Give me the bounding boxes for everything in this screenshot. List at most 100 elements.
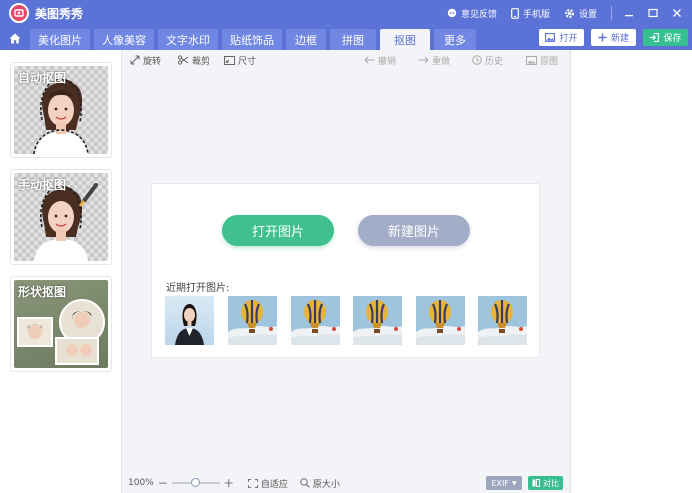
- original-label: 原图: [540, 56, 559, 67]
- title-bar: 美图秀秀 意见反馈 手机版 设置: [0, 0, 692, 26]
- caret-down-icon: ▼: [511, 479, 517, 487]
- recent-image-thumbnail[interactable]: [353, 296, 402, 345]
- minimize-button[interactable]: [620, 4, 638, 22]
- open-image-button[interactable]: 打开图片: [222, 215, 334, 246]
- cutout-mode-panel: 自动抠图 手动抠图 形状抠图: [0, 50, 122, 493]
- tab-cutout[interactable]: 抠图: [380, 29, 430, 50]
- actual-size-button[interactable]: 原大小: [300, 477, 340, 490]
- start-card: 打开图片 新建图片 近期打开图片:: [151, 183, 540, 358]
- redo-button[interactable]: 重做: [418, 54, 450, 67]
- shape-cutout-label: 形状抠图: [18, 285, 67, 299]
- status-bar: 100% − + 自适应 原大小 EXIF ▼ 对比: [122, 473, 570, 493]
- exif-button[interactable]: EXIF ▼: [486, 476, 522, 490]
- manual-cutout-card[interactable]: 手动抠图: [10, 169, 112, 265]
- settings-label: 设置: [578, 9, 597, 20]
- titlebar-divider: [611, 6, 612, 20]
- redo-icon: [418, 56, 429, 64]
- home-button[interactable]: [4, 28, 26, 48]
- portrait-photo-illustration: [175, 304, 204, 345]
- shape-cutout-preview: 形状抠图: [14, 280, 108, 368]
- right-panel: [570, 50, 692, 493]
- auto-cutout-label: 自动抠图: [18, 71, 67, 85]
- manual-cutout-label: 手动抠图: [18, 178, 67, 192]
- settings-link[interactable]: 设置: [564, 7, 597, 20]
- new-button[interactable]: 新建: [591, 29, 636, 46]
- mobile-label: 手机版: [522, 9, 550, 20]
- crop-button[interactable]: 裁剪: [178, 54, 210, 67]
- save-button-label: 保存: [663, 34, 682, 44]
- rotate-icon: [130, 55, 140, 65]
- open-button[interactable]: 打开: [539, 29, 584, 46]
- scissors-icon: [178, 55, 189, 65]
- tab-beautify[interactable]: 美化图片: [30, 29, 90, 50]
- open-button-label: 打开: [559, 34, 578, 44]
- compare-button[interactable]: 对比: [528, 476, 563, 490]
- picture-icon: [526, 55, 537, 65]
- original-button[interactable]: 原图: [526, 54, 558, 67]
- home-icon: [9, 33, 21, 43]
- main-tab-bar: 美化图片 人像美容 文字水印 贴纸饰品 边框 拼图 抠图 更多 打开 新建 保存: [0, 26, 692, 50]
- hot-air-balloon-illustration: [228, 296, 277, 345]
- plus-icon: [598, 33, 607, 42]
- resize-icon: [224, 55, 235, 65]
- size-button[interactable]: 尺寸: [224, 54, 256, 67]
- new-image-button[interactable]: 新建图片: [358, 215, 470, 246]
- recent-image-thumbnail[interactable]: [478, 296, 527, 345]
- recent-image-thumbnail[interactable]: [416, 296, 465, 345]
- redo-label: 重做: [432, 56, 451, 67]
- save-button[interactable]: 保存: [643, 29, 688, 46]
- recent-image-thumbnail[interactable]: [165, 296, 214, 345]
- app-logo-icon: [9, 3, 29, 23]
- app-title: 美图秀秀: [35, 6, 84, 21]
- history-button[interactable]: 历史: [472, 54, 503, 67]
- rotate-button[interactable]: 旋转: [130, 54, 161, 67]
- edit-toolbar: 旋转 裁剪 尺寸 撤销 重做 历史 原图: [122, 50, 570, 70]
- crop-label: 裁剪: [192, 56, 211, 67]
- minimize-icon: [625, 15, 633, 17]
- tab-more[interactable]: 更多: [434, 29, 476, 50]
- recent-images-label: 近期打开图片:: [166, 283, 230, 294]
- fit-button[interactable]: 自适应: [247, 477, 288, 490]
- recent-image-thumbnail[interactable]: [228, 296, 277, 345]
- hot-air-balloon-illustration: [416, 296, 465, 345]
- history-label: 历史: [485, 56, 504, 67]
- gear-icon: [564, 8, 575, 19]
- feedback-link[interactable]: 意见反馈: [447, 7, 497, 20]
- maximize-button[interactable]: [644, 4, 662, 22]
- manual-cutout-preview: 手动抠图: [14, 173, 108, 261]
- actual-size-label: 原大小: [312, 479, 340, 490]
- close-icon: [673, 9, 681, 17]
- tab-stickers[interactable]: 贴纸饰品: [222, 29, 282, 50]
- exif-label: EXIF: [491, 478, 509, 488]
- close-button[interactable]: [668, 4, 686, 22]
- rotate-label: 旋转: [143, 56, 162, 67]
- save-icon: [649, 33, 660, 42]
- image-icon: [545, 33, 556, 42]
- undo-button[interactable]: 撤销: [364, 54, 396, 67]
- recent-image-thumbnail[interactable]: [291, 296, 340, 345]
- magnifier-icon: [300, 478, 310, 488]
- fit-label: 自适应: [260, 479, 288, 490]
- size-label: 尺寸: [238, 56, 257, 67]
- zoom-slider[interactable]: [171, 478, 220, 487]
- hot-air-balloon-illustration: [478, 296, 527, 345]
- chat-icon: [447, 8, 457, 18]
- undo-label: 撤销: [378, 56, 397, 67]
- zoom-level: 100%: [128, 478, 154, 488]
- shape-cutout-card[interactable]: 形状抠图: [10, 276, 112, 372]
- zoom-out-icon[interactable]: −: [158, 476, 168, 490]
- compare-label: 对比: [543, 478, 559, 488]
- zoom-slider-handle[interactable]: [191, 478, 201, 487]
- zoom-in-icon[interactable]: +: [224, 476, 234, 490]
- tab-frames[interactable]: 边框: [286, 29, 326, 50]
- hot-air-balloon-illustration: [353, 296, 402, 345]
- tab-portrait[interactable]: 人像美容: [94, 29, 154, 50]
- undo-icon: [364, 56, 375, 64]
- mobile-link[interactable]: 手机版: [511, 7, 550, 20]
- hot-air-balloon-illustration: [291, 296, 340, 345]
- tab-text-watermark[interactable]: 文字水印: [158, 29, 218, 50]
- tab-collage[interactable]: 拼图: [330, 29, 376, 50]
- compare-icon: [532, 479, 540, 487]
- maximize-icon: [648, 8, 658, 18]
- auto-cutout-card[interactable]: 自动抠图: [10, 62, 112, 158]
